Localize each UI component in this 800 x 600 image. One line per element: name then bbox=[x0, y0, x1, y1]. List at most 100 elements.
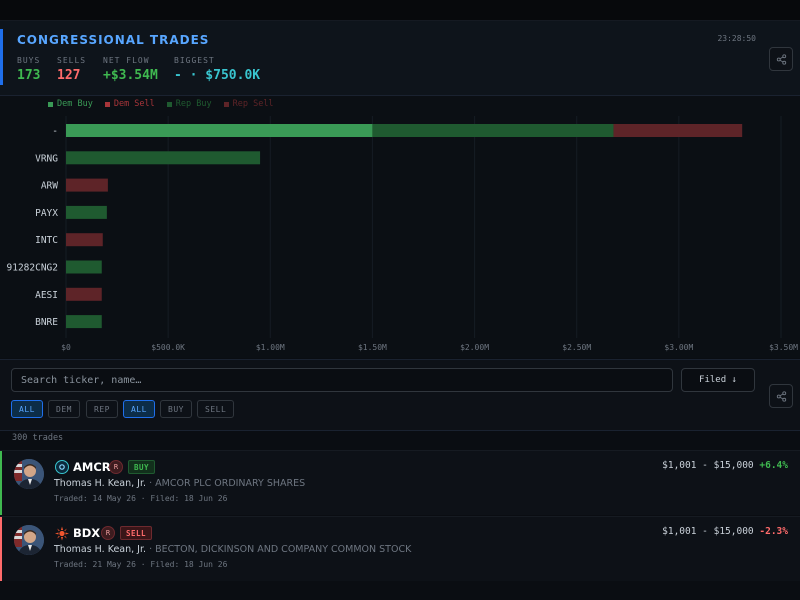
stat-sells: SELLS 127 bbox=[57, 56, 86, 83]
avatar bbox=[14, 459, 44, 489]
x-tick-label: $500.0K bbox=[151, 343, 185, 352]
party-badge: R bbox=[101, 526, 115, 540]
filed-date: Filed: 18 Jun 26 bbox=[150, 560, 228, 569]
filed-date: Filed: 18 Jun 26 bbox=[150, 494, 228, 503]
stat-label: SELLS bbox=[57, 56, 87, 65]
x-tick-label: $2.50M bbox=[562, 343, 591, 352]
traded-date: Traded: 21 May 26 bbox=[54, 560, 136, 569]
trade-type-indicator bbox=[0, 451, 2, 515]
party-badge: R bbox=[109, 460, 123, 474]
x-tick-label: $3.50M bbox=[769, 343, 798, 352]
x-tick-label: $1.50M bbox=[358, 343, 387, 352]
x-tick-label: $3.00M bbox=[664, 343, 693, 352]
avatar bbox=[14, 525, 44, 555]
filter-type-buy[interactable]: BUY bbox=[160, 400, 192, 418]
bar-segment[interactable] bbox=[66, 233, 103, 247]
stat-net-flow: NET FLOW +$3.54M bbox=[103, 56, 158, 83]
bar-segment[interactable] bbox=[66, 178, 108, 192]
x-tick-label: $0 bbox=[61, 343, 71, 352]
legend-swatch bbox=[223, 101, 229, 107]
page-title: CONGRESSIONAL TRADES bbox=[17, 33, 210, 47]
share-icon bbox=[776, 390, 786, 402]
filter-party-dem[interactable]: DEM bbox=[48, 400, 80, 418]
chart-panel: Dem Buy Dem Sell Rep Buy Rep Sell - VRNG A… bbox=[0, 96, 800, 358]
trade-type-badge: BUY bbox=[128, 460, 156, 474]
legend-item-dem-sell[interactable]: Dem Sell bbox=[104, 99, 155, 109]
legend-label: Dem Buy bbox=[57, 99, 93, 109]
trade-count: 300 trades bbox=[12, 433, 64, 443]
bar-segment[interactable] bbox=[66, 315, 102, 329]
filter-party-rep[interactable]: REP bbox=[86, 400, 118, 418]
member-line: Thomas H. Kean, Jr. · AMCOR PLC ORDINARY… bbox=[54, 478, 305, 489]
category-label: INTC bbox=[35, 235, 58, 246]
price-change: +6.4% bbox=[759, 460, 788, 471]
legend-item-rep-sell[interactable]: Rep Sell bbox=[223, 99, 274, 109]
amcor-logo-icon bbox=[55, 460, 69, 474]
filter-party-all[interactable]: ALL bbox=[11, 400, 43, 418]
stat-buys: BUYS 173 bbox=[17, 56, 40, 83]
category-label: PAYX bbox=[35, 208, 58, 219]
filter-controls: Filed ↓ ALL DEM REP ALL BUY SELL bbox=[0, 359, 800, 431]
price-change: -2.3% bbox=[759, 526, 788, 537]
ticker-symbol[interactable]: BDX bbox=[73, 526, 100, 540]
top-strip bbox=[0, 0, 800, 21]
category-label: BNRE bbox=[35, 317, 58, 328]
traded-date: Traded: 14 May 26 bbox=[54, 494, 136, 503]
category-label: ARW bbox=[41, 181, 58, 192]
category-label: VRNG bbox=[35, 153, 58, 164]
trades-bar-chart: - VRNG ARW PAYX INTC 91282CNG2 AESI BNRE $0 $500.… bbox=[7, 116, 798, 352]
legend-label: Rep Sell bbox=[232, 99, 274, 109]
stat-value: - · $750.0K bbox=[174, 68, 261, 83]
separator: · bbox=[149, 478, 153, 489]
stat-label: NET FLOW bbox=[103, 56, 150, 65]
header-accent-bar bbox=[0, 29, 3, 85]
stat-value: 127 bbox=[57, 68, 81, 83]
filter-type-sell[interactable]: SELL bbox=[197, 400, 235, 418]
amount-range: $1,001 - $15,000 bbox=[662, 460, 754, 471]
stat-value: 173 bbox=[17, 68, 41, 83]
x-tick-label: $1.00M bbox=[256, 343, 285, 352]
company-name: BECTON, DICKINSON AND COMPANY COMMON STO… bbox=[155, 544, 412, 555]
header-share-button[interactable] bbox=[769, 47, 793, 71]
separator: · bbox=[140, 494, 146, 503]
trade-type-indicator bbox=[0, 517, 2, 581]
ticker-symbol[interactable]: AMCR bbox=[73, 460, 111, 474]
trade-row[interactable]: BDX R SELL Thomas H. Kean, Jr. · BECTON,… bbox=[0, 516, 800, 581]
bar-segment[interactable] bbox=[66, 287, 102, 301]
legend-swatch bbox=[104, 101, 110, 107]
sort-dropdown[interactable]: Filed ↓ bbox=[681, 368, 755, 392]
member-name[interactable]: Thomas H. Kean, Jr. bbox=[54, 478, 146, 489]
trade-row[interactable]: AMCR R BUY Thomas H. Kean, Jr. · AMCOR P… bbox=[0, 450, 800, 515]
bar-segment[interactable] bbox=[66, 124, 373, 137]
trade-dates: Traded: 14 May 26 · Filed: 18 Jun 26 bbox=[54, 494, 227, 503]
header-panel: CONGRESSIONAL TRADES 23:28:50 BUYS 173 S… bbox=[0, 21, 800, 96]
bar-segment[interactable] bbox=[66, 260, 102, 274]
trade-type-badge: SELL bbox=[120, 526, 153, 540]
filter-type-all[interactable]: ALL bbox=[123, 400, 155, 418]
legend-label: Rep Buy bbox=[175, 99, 212, 109]
bar-segment[interactable] bbox=[372, 124, 614, 137]
legend-item-rep-buy[interactable]: Rep Buy bbox=[166, 99, 212, 109]
bar-segment[interactable] bbox=[66, 151, 261, 165]
search-input[interactable] bbox=[11, 368, 673, 392]
member-name[interactable]: Thomas H. Kean, Jr. bbox=[54, 544, 146, 555]
amount-range: $1,001 - $15,000 bbox=[662, 526, 754, 537]
list-share-button[interactable] bbox=[769, 384, 793, 408]
chart-legend: Dem Buy Dem Sell Rep Buy Rep Sell bbox=[48, 99, 274, 109]
stat-label: BIGGEST bbox=[174, 56, 215, 65]
stat-biggest: BIGGEST - · $750.0K bbox=[174, 56, 260, 83]
stat-value: +$3.54M bbox=[103, 68, 158, 83]
sort-label: Filed ↓ bbox=[699, 375, 737, 385]
bar-segment[interactable] bbox=[613, 124, 743, 137]
trade-amount: $1,001 - $15,000 -2.3% bbox=[662, 526, 788, 537]
separator: · bbox=[140, 560, 146, 569]
member-line: Thomas H. Kean, Jr. · BECTON, DICKINSON … bbox=[54, 544, 411, 555]
trade-dates: Traded: 21 May 26 · Filed: 18 Jun 26 bbox=[54, 560, 227, 569]
category-label: 91282CNG2 bbox=[7, 263, 58, 274]
bar-segment[interactable] bbox=[66, 205, 107, 219]
legend-swatch bbox=[166, 101, 172, 107]
legend-item-dem-buy[interactable]: Dem Buy bbox=[48, 99, 93, 109]
category-label: - bbox=[52, 126, 58, 137]
separator: · bbox=[149, 544, 153, 555]
stat-label: BUYS bbox=[17, 56, 41, 65]
